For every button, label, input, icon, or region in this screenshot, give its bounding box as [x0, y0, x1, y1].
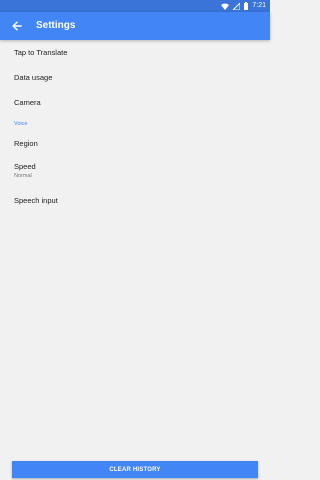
- page-title: Settings: [36, 20, 76, 31]
- arrow-back-icon: [12, 21, 22, 31]
- status-icons: 7:21: [221, 1, 266, 11]
- wifi-icon: [221, 3, 230, 10]
- signal-icon: [233, 2, 241, 10]
- setting-speech-input[interactable]: Speech input: [0, 188, 270, 213]
- section-header-voice: Voice: [14, 121, 28, 127]
- setting-speed-label: Speed: [14, 162, 36, 171]
- app-bar: Settings: [0, 12, 270, 40]
- settings-list: Tap to Translate Data usage Camera Voice…: [0, 40, 270, 213]
- setting-camera[interactable]: Camera: [0, 90, 270, 115]
- setting-tap-to-translate[interactable]: Tap to Translate: [0, 40, 270, 65]
- back-button[interactable]: [10, 19, 24, 33]
- setting-region[interactable]: Region: [0, 131, 270, 156]
- status-time: 7:21: [252, 2, 266, 9]
- clear-history-button[interactable]: CLEAR HISTORY: [12, 461, 258, 478]
- battery-icon: [244, 2, 249, 10]
- setting-data-usage[interactable]: Data usage: [0, 65, 270, 90]
- setting-speed[interactable]: Speed Normal: [0, 156, 270, 188]
- status-bar: 7:21: [0, 0, 270, 12]
- setting-speed-value: Normal: [14, 173, 32, 179]
